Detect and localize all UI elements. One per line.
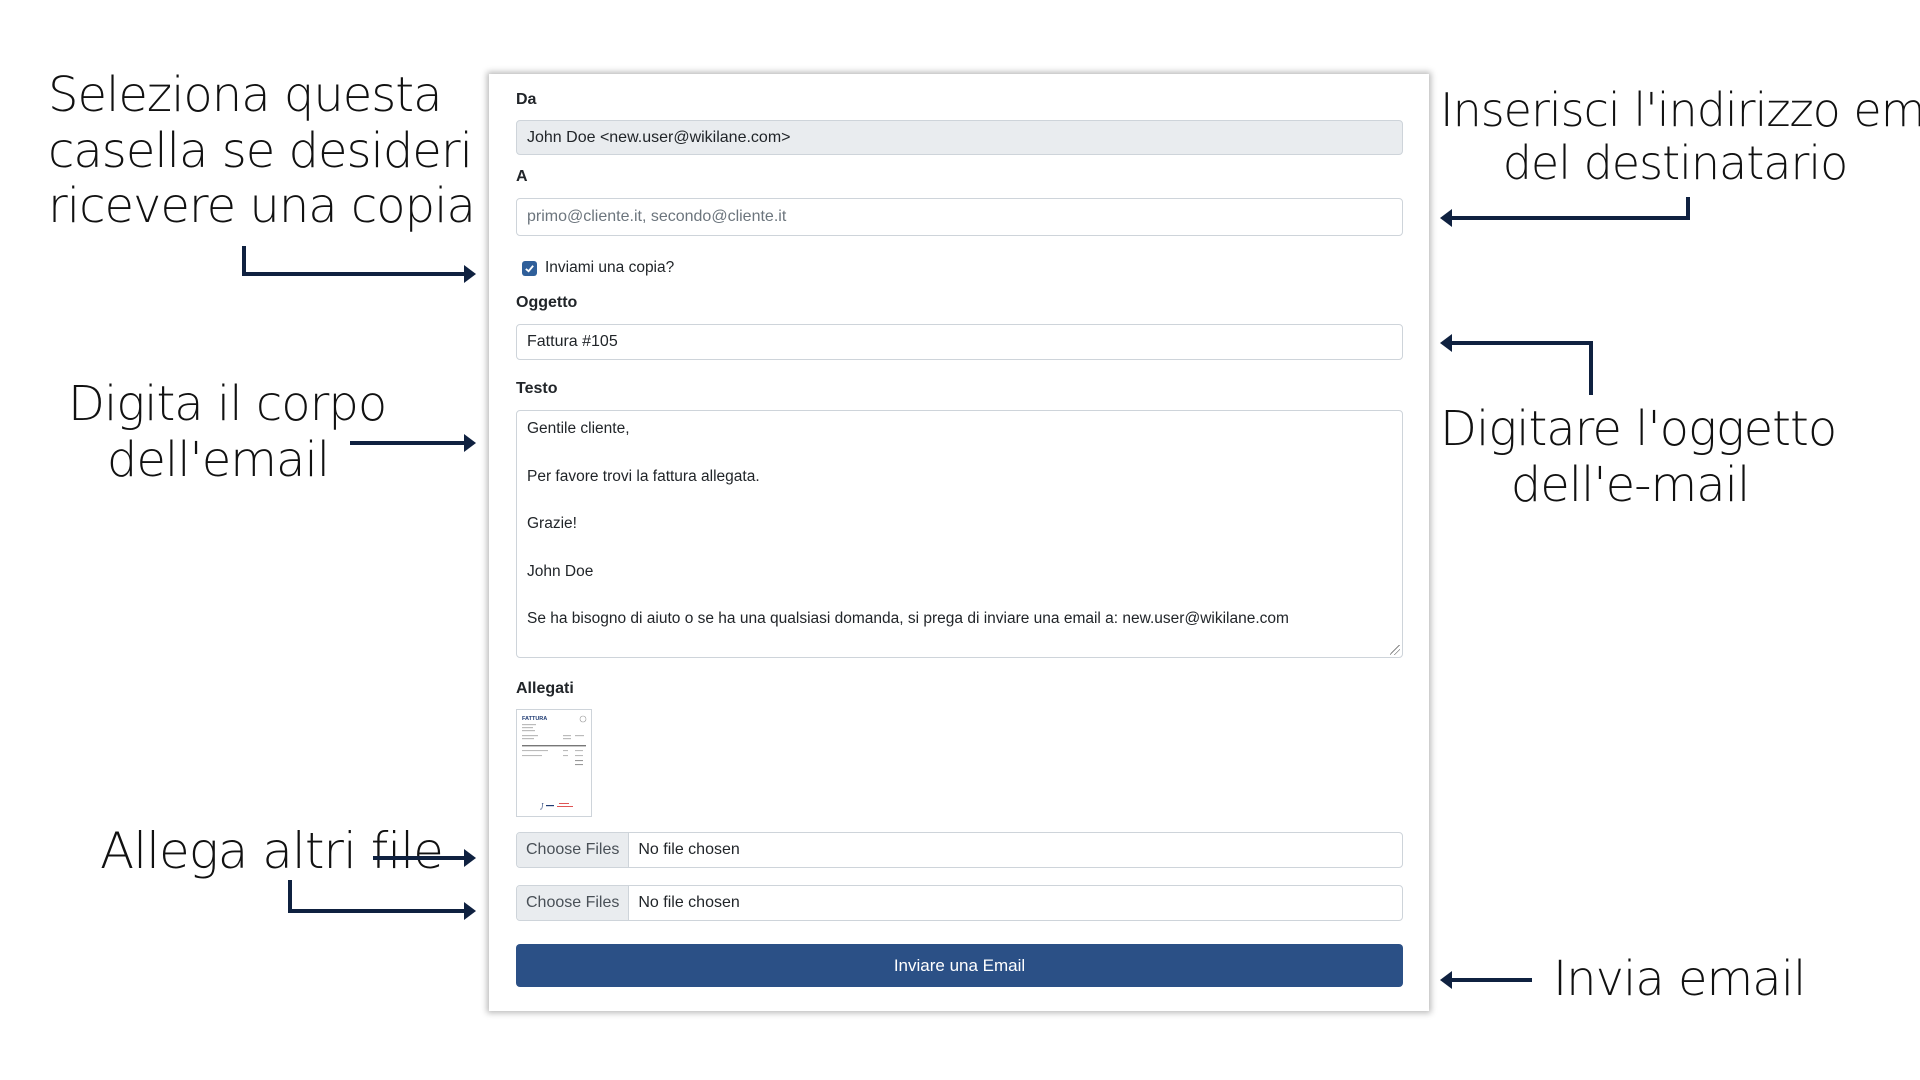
subject-input[interactable]: Fattura #105: [516, 324, 1403, 360]
body-label: Testo: [516, 380, 558, 397]
file-status-2: No file chosen: [638, 894, 740, 911]
copy-checkbox-row[interactable]: Inviami una copia?: [522, 258, 674, 278]
annotation-body-line-2: dell'email: [106, 431, 330, 488]
body-line-3: Grazie!: [527, 515, 577, 532]
attachment-thumbnail[interactable]: FATTURA J: [516, 709, 592, 817]
annotation-body-line-1: Digita il corpo: [68, 376, 387, 432]
invoice-thumbnail-icon: FATTURA J: [522, 715, 587, 810]
choose-files-button-1[interactable]: Choose Files: [517, 833, 630, 867]
arrowhead-copy: [464, 265, 476, 283]
annotation-copy: Seleziona questa casella se desideri ric…: [48, 67, 476, 235]
subject-label: Oggetto: [516, 294, 578, 311]
arrow-copy: [242, 246, 472, 276]
body-line-4: John Doe: [527, 562, 594, 580]
subject-value: Fattura #105: [527, 333, 618, 350]
file-input-1[interactable]: Choose Files No file chosen: [516, 832, 1403, 868]
choose-files-button-2[interactable]: Choose Files: [517, 886, 630, 920]
annotation-recipient-line-2: del destinatario: [1502, 136, 1849, 191]
annotation-send: Invia email: [1553, 951, 1806, 1008]
file-input-2[interactable]: Choose Files No file chosen: [516, 885, 1403, 921]
annotation-copy-line-3: ricevere una copia: [48, 178, 476, 235]
annotation-copy-line-1: Seleziona questa: [48, 67, 443, 123]
arrowhead-recipient: [1440, 209, 1452, 227]
body-textarea[interactable]: Gentile cliente, Per favore trovi la fat…: [516, 410, 1403, 658]
file-status-1: No file chosen: [638, 841, 740, 858]
arrow-subject: [1448, 341, 1593, 395]
annotation-recipient-line-1: Inserisci l'indirizzo email: [1440, 83, 1920, 137]
annotation-subject-line-1: Digitare l'oggetto: [1440, 401, 1837, 457]
from-label: Da: [516, 91, 537, 108]
arrowhead-send: [1440, 971, 1452, 989]
annotation-body: Digita il corpo dell'email: [68, 376, 387, 488]
arrowhead-attach-2: [464, 902, 476, 920]
send-email-button[interactable]: Inviare una Email: [516, 944, 1403, 987]
attachments-label: Allegati: [516, 680, 574, 697]
arrowhead-body: [464, 434, 476, 452]
body-line-5: Se ha bisogno di aiuto o se ha una quals…: [527, 610, 1289, 627]
email-form-card: Da John Doe <new.user@wikilane.com> A pr…: [489, 74, 1429, 1011]
svg-text:J: J: [539, 803, 544, 810]
to-placeholder: primo@cliente.it, secondo@cliente.it: [527, 208, 787, 225]
from-value: John Doe <new.user@wikilane.com>: [527, 128, 791, 146]
arrow-recipient: [1448, 197, 1690, 220]
copy-checkbox[interactable]: [522, 260, 537, 276]
annotation-recipient: Inserisci l'indirizzo email del destinat…: [1440, 83, 1920, 191]
body-line-1: Gentile cliente,: [527, 420, 630, 437]
annotation-attach-line-1: Allega altri file: [100, 822, 444, 880]
annotation-copy-line-2: casella se desideri: [48, 122, 473, 179]
annotation-subject-line-2: dell'e-mail: [1510, 456, 1751, 513]
check-icon: [525, 264, 534, 273]
arrowhead-subject: [1440, 334, 1452, 352]
arrow-attach-2: [288, 880, 472, 913]
from-field: John Doe <new.user@wikilane.com>: [516, 120, 1403, 155]
resize-handle[interactable]: [1390, 645, 1400, 655]
to-input[interactable]: primo@cliente.it, secondo@cliente.it: [516, 198, 1403, 236]
annotation-attach: Allega altri file: [100, 822, 444, 880]
thumb-title: FATTURA: [522, 716, 547, 722]
arrowhead-attach-1: [464, 849, 476, 867]
annotation-send-line-1: Invia email: [1553, 951, 1806, 1007]
copy-checkbox-label: Inviami una copia?: [545, 259, 675, 276]
annotation-subject: Digitare l'oggetto dell'e-mail: [1440, 401, 1837, 513]
body-line-2: Per favore trovi la fattura allegata.: [527, 467, 760, 485]
to-label: A: [516, 168, 528, 185]
